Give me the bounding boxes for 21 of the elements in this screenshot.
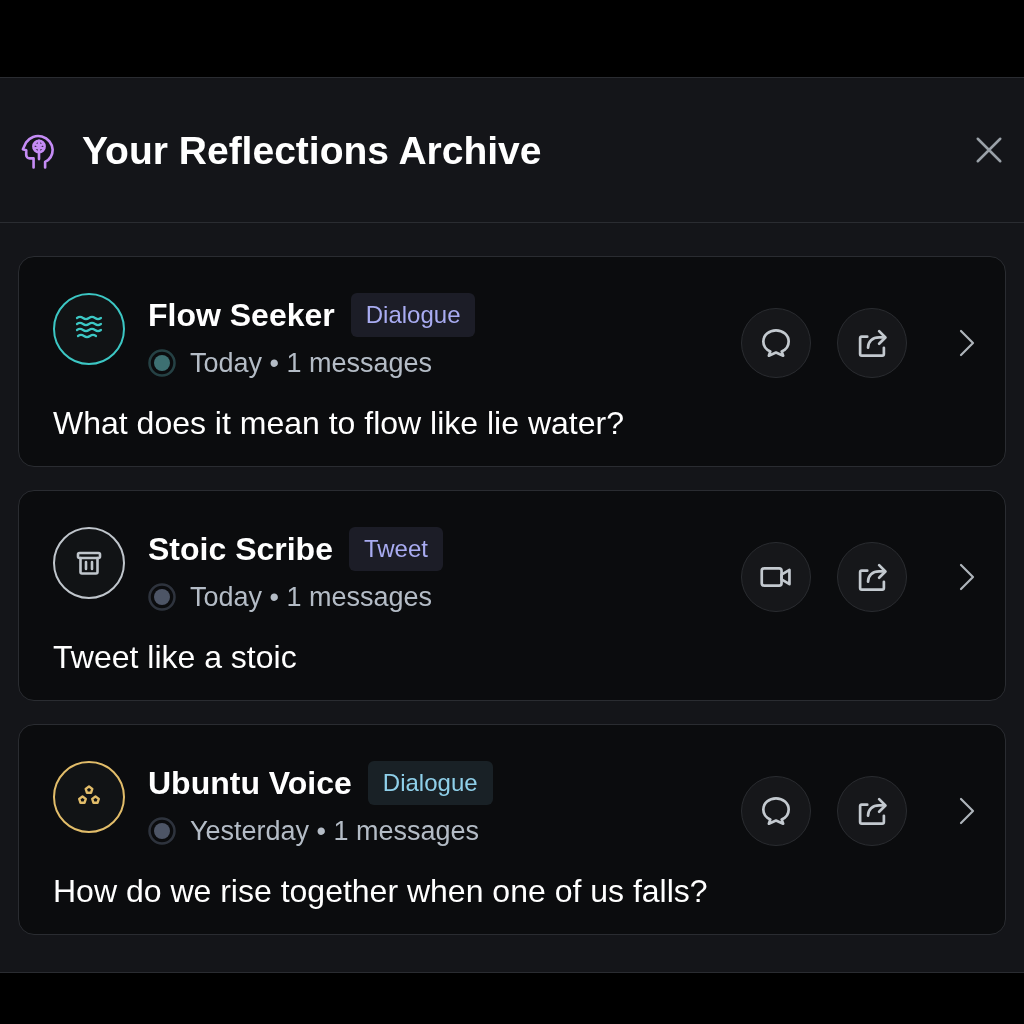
chevron-right-icon[interactable]	[959, 797, 975, 825]
type-tag: Dialogue	[350, 293, 476, 337]
reflection-card[interactable]: Ubuntu Voice Dialogue Yesterday • 1 messages How do we rise together when one of us falls?	[18, 724, 1006, 935]
chevron-right-icon[interactable]	[959, 563, 975, 591]
window-title: Your Reflections Archive	[82, 130, 542, 170]
chevron-right-icon[interactable]	[959, 329, 975, 357]
close-icon	[974, 135, 1004, 165]
reflection-card[interactable]: Stoic Scribe Tweet Today • 1 messages Tweet like a stoic	[18, 490, 1006, 701]
card-question: Tweet like a stoic	[53, 640, 298, 674]
card-meta: Today • 1 messages	[190, 583, 433, 611]
card-meta: Yesterday • 1 messages	[190, 817, 480, 845]
close-button[interactable]	[974, 135, 1004, 165]
card-meta: Today • 1 messages	[190, 349, 433, 377]
card-title: Ubuntu Voice	[148, 767, 352, 799]
type-tag: Dialogue	[367, 761, 493, 805]
card-question: How do we rise together when one of us falls?	[53, 874, 709, 908]
card-question: What does it mean to flow like lie water?	[53, 406, 625, 440]
card-title: Flow Seeker	[148, 299, 335, 331]
card-title: Stoic Scribe	[148, 533, 333, 565]
reflection-card[interactable]: Flow Seeker Dialogue Today • 1 messages What does it mean to flow like lie water?	[18, 256, 1006, 467]
type-tag: Tweet	[348, 527, 443, 571]
